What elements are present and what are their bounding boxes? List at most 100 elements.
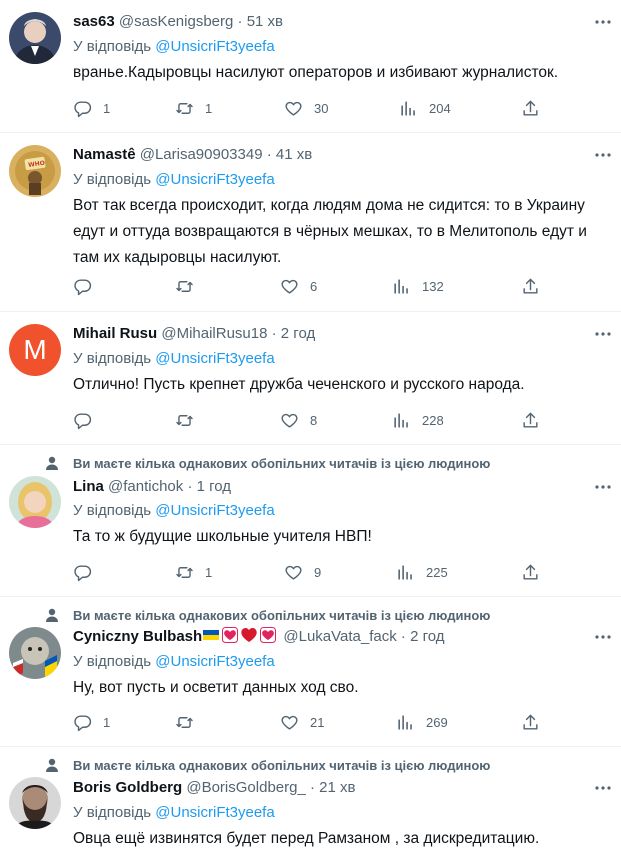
reply-context: У відповідь @UnsicriFt3yeefa: [73, 501, 275, 521]
user-handle[interactable]: @fantichok: [108, 478, 183, 495]
share-button[interactable]: [521, 96, 540, 120]
views-chart-icon: [401, 100, 415, 116]
views-button[interactable]: 204: [399, 96, 451, 120]
reply-context: У відповідь @UnsicriFt3yeefa: [73, 170, 275, 190]
more-options-icon[interactable]: [593, 12, 613, 32]
red-heart-icon: [241, 628, 257, 642]
reply-prefix: У відповідь: [73, 171, 152, 188]
reply-prefix: У відповідь: [73, 653, 152, 670]
more-options-icon[interactable]: [593, 778, 613, 798]
timestamp[interactable]: 21 хв: [319, 779, 355, 796]
user-handle[interactable]: @MihailRusu18: [161, 325, 267, 342]
retweet-button[interactable]: 1: [175, 96, 212, 120]
more-options-icon[interactable]: [593, 324, 613, 344]
display-name[interactable]: Namastê: [73, 146, 136, 163]
like-count: 6: [310, 278, 318, 294]
display-name[interactable]: Lina: [73, 478, 104, 495]
avatar[interactable]: [9, 12, 61, 64]
retweet-button[interactable]: [175, 274, 205, 298]
tweet[interactable]: Ви маєте кілька однакових обопільних чит…: [0, 445, 621, 597]
avatar-letter: M: [23, 334, 47, 365]
retweet-button[interactable]: 1: [175, 560, 212, 584]
timestamp[interactable]: 2 год: [410, 628, 444, 645]
separator-dot: ·: [271, 325, 277, 342]
user-handle[interactable]: @sasKenigsberg: [119, 13, 233, 30]
display-name[interactable]: Boris Goldberg: [73, 779, 182, 796]
avatar[interactable]: [9, 476, 61, 528]
views-count: 225: [426, 564, 448, 580]
avatar[interactable]: WHO: [9, 145, 61, 197]
reply-button[interactable]: 1: [73, 96, 110, 120]
tweet-text: Овца ещё извинятся будет перед Рамзаном …: [73, 830, 540, 847]
share-icon: [523, 412, 538, 428]
timestamp[interactable]: 1 год: [197, 478, 231, 495]
user-handle[interactable]: @Larisa90903349: [140, 146, 263, 163]
retweet-icon: [176, 566, 193, 578]
reply-button[interactable]: [73, 560, 103, 584]
timestamp[interactable]: 41 хв: [276, 146, 312, 163]
retweet-button[interactable]: [175, 710, 205, 734]
reply-button[interactable]: 1: [73, 710, 110, 734]
display-name[interactable]: Mihail Rusu: [73, 325, 157, 342]
views-button[interactable]: 132: [392, 274, 444, 298]
mention-link[interactable]: @UnsicriFt3yeefa: [155, 350, 274, 367]
tweet-actions: 6 132: [73, 274, 553, 298]
views-button[interactable]: 225: [396, 560, 448, 584]
share-button[interactable]: [521, 408, 540, 432]
like-button[interactable]: 6: [280, 274, 317, 298]
share-button[interactable]: [521, 560, 540, 584]
tweet[interactable]: Ви маєте кілька однакових обопільних чит…: [0, 597, 621, 747]
tweet-text: вранье.Кадыровцы насилуют операторов и и…: [73, 64, 559, 81]
mention-link[interactable]: @UnsicriFt3yeefa: [155, 653, 274, 670]
like-button[interactable]: 9: [284, 560, 321, 584]
user-handle[interactable]: @LukaVata_fack: [283, 628, 396, 645]
like-button[interactable]: 8: [280, 408, 317, 432]
separator-dot: ·: [400, 628, 406, 645]
ukraine-flag-icon: [203, 630, 220, 640]
display-name[interactable]: sas63: [73, 13, 115, 30]
display-name[interactable]: Cyniczny Bulbash: [73, 628, 202, 645]
more-options-icon[interactable]: [593, 477, 613, 497]
avatar[interactable]: [9, 627, 61, 679]
reply-icon: [74, 714, 92, 731]
mention-link[interactable]: @UnsicriFt3yeefa: [155, 38, 274, 55]
retweet-icon: [176, 414, 193, 426]
reply-prefix: У відповідь: [73, 502, 152, 519]
mention-link[interactable]: @UnsicriFt3yeefa: [155, 171, 274, 188]
tweet[interactable]: M Mihail Rusu @MihailRusu18 · 2 год У ві…: [0, 312, 621, 445]
user-handle[interactable]: @BorisGoldberg_: [186, 779, 305, 796]
tweet[interactable]: WHO Namastê @Larisa90903349 · 41 хв У ві…: [0, 133, 621, 312]
share-icon: [523, 564, 538, 580]
mention-link[interactable]: @UnsicriFt3yeefa: [155, 804, 274, 821]
separator-dot: ·: [266, 146, 272, 163]
mention-link[interactable]: @UnsicriFt3yeefa: [155, 502, 274, 519]
reply-button[interactable]: [73, 274, 103, 298]
timestamp[interactable]: 2 год: [281, 325, 315, 342]
like-button[interactable]: 21: [280, 710, 324, 734]
reply-prefix: У відповідь: [73, 38, 152, 55]
more-options-icon[interactable]: [593, 145, 613, 165]
heart-icon: [285, 565, 302, 580]
tweet[interactable]: Ви маєте кілька однакових обопільних чит…: [0, 747, 621, 858]
views-button[interactable]: 269: [396, 710, 448, 734]
tweet-text: Та то ж будущие школьные учителя НВП!: [73, 528, 372, 545]
reply-context: У відповідь @UnsicriFt3yeefa: [73, 349, 275, 369]
separator-dot: ·: [187, 478, 193, 495]
person-icon: [46, 758, 58, 772]
retweet-icon: [176, 280, 193, 292]
share-button[interactable]: [521, 274, 540, 298]
timestamp[interactable]: 51 хв: [247, 13, 283, 30]
more-options-icon[interactable]: [593, 627, 613, 647]
share-button[interactable]: [521, 710, 540, 734]
reply-button[interactable]: [73, 408, 103, 432]
views-button[interactable]: 228: [392, 408, 444, 432]
avatar[interactable]: M: [9, 324, 61, 376]
like-button[interactable]: 30: [284, 96, 328, 120]
reply-icon: [74, 278, 92, 295]
reply-context: У відповідь @UnsicriFt3yeefa: [73, 803, 275, 823]
views-chart-icon: [394, 278, 408, 294]
retweet-button[interactable]: [175, 408, 205, 432]
tweet[interactable]: sas63 @sasKenigsberg · 51 хв У відповідь…: [0, 0, 621, 133]
retweet-count: 1: [205, 100, 213, 116]
avatar[interactable]: [9, 777, 61, 829]
